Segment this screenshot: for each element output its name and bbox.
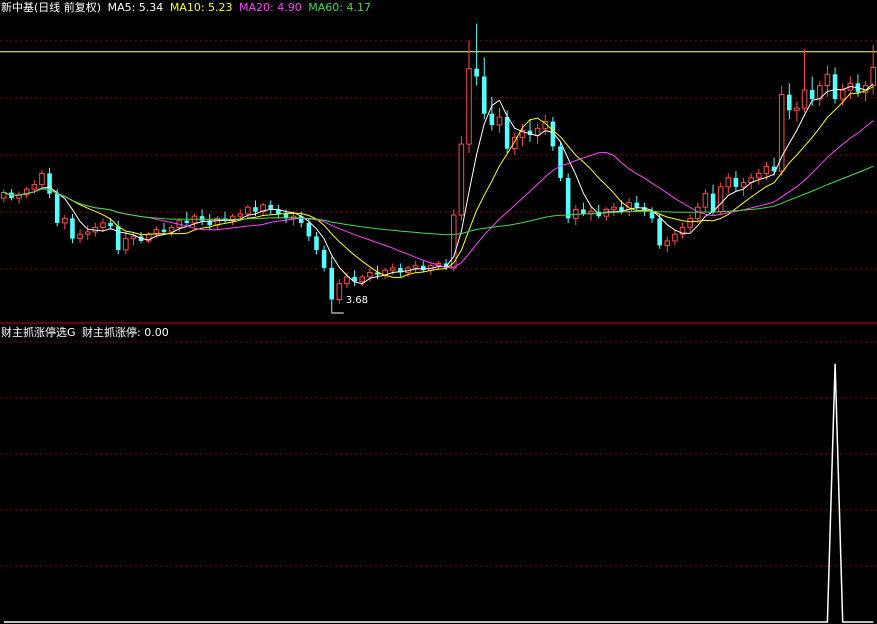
candle-body xyxy=(458,143,465,216)
candle-body xyxy=(237,213,244,217)
candle-body xyxy=(420,265,426,271)
candle-body xyxy=(763,166,770,174)
candle-body xyxy=(725,177,732,188)
candle-body xyxy=(84,231,91,235)
candle-body xyxy=(184,220,190,223)
candle-body xyxy=(496,116,503,126)
candle-body xyxy=(253,207,258,212)
candle-body xyxy=(657,218,662,246)
indicator-panel xyxy=(3,363,874,623)
candle-body xyxy=(100,222,106,228)
candle-body xyxy=(801,89,808,109)
low-marker-value: 3.68 xyxy=(346,295,368,306)
candle-body xyxy=(824,73,831,87)
candle-body xyxy=(672,233,678,242)
candle-body xyxy=(489,113,495,125)
candle-body xyxy=(832,74,838,100)
candle-body xyxy=(756,172,762,179)
candle-body xyxy=(344,276,350,285)
candle-body xyxy=(740,181,747,188)
candle-body xyxy=(581,209,586,214)
candle-body xyxy=(336,283,343,300)
candle-body xyxy=(565,177,571,219)
candle-body xyxy=(359,276,366,282)
candle-body xyxy=(382,269,388,276)
candle-body xyxy=(717,186,724,213)
ma5-label: MA5: 5.34 xyxy=(107,1,164,14)
ma10-label: MA10: 5.23 xyxy=(169,1,233,14)
main-legend: 新中基(日线 前复权) MA5: 5.34 MA10: 5.23 MA20: 4… xyxy=(1,0,374,15)
candle-body xyxy=(649,211,655,219)
candle-body xyxy=(70,218,75,239)
candle-body xyxy=(108,222,113,227)
candle-body xyxy=(733,177,739,187)
candle-body xyxy=(54,193,60,223)
indicator-legend: 财主抓涨停选G 财主抓涨停: 0.00 xyxy=(1,324,172,340)
candle-body xyxy=(474,68,479,77)
indicator-title: 财主抓涨停选G xyxy=(1,326,76,339)
candle-body xyxy=(130,235,137,240)
candle-body xyxy=(389,267,396,271)
candle-body xyxy=(62,217,68,224)
candle-body xyxy=(245,206,251,215)
candle-body xyxy=(481,76,487,114)
candle-body xyxy=(329,267,335,300)
candle-body xyxy=(634,202,640,208)
candle-body xyxy=(199,216,205,221)
candle-body xyxy=(268,204,274,210)
ma60-line xyxy=(3,165,874,236)
signal-line xyxy=(3,363,874,623)
stock-title: 新中基(日线 前复权) xyxy=(1,1,102,14)
candle-body xyxy=(321,249,327,268)
grid-lines xyxy=(0,40,877,567)
candle-body xyxy=(809,90,815,100)
candle-body xyxy=(306,222,312,237)
candle-body xyxy=(115,226,121,250)
candle-body xyxy=(77,233,83,240)
candle-body xyxy=(794,107,800,111)
candle-body xyxy=(687,217,693,228)
candle-body xyxy=(839,89,846,100)
ma20-label: MA20: 4.90 xyxy=(239,1,302,14)
candle-body xyxy=(412,265,419,269)
candle-body xyxy=(168,226,175,233)
candle-body xyxy=(31,184,38,190)
candle-body xyxy=(611,206,617,210)
chart-stage: 3.68 xyxy=(0,23,877,623)
candle-body xyxy=(161,229,167,232)
indicator-value: 财主抓涨停: 0.00 xyxy=(82,326,169,339)
candle-body xyxy=(664,240,671,246)
candle-body xyxy=(314,236,319,250)
candle-body xyxy=(534,127,541,136)
candle-body xyxy=(504,117,510,149)
candle-body xyxy=(787,94,792,111)
candle-body xyxy=(367,271,373,278)
candle-body xyxy=(710,193,716,212)
ma60-label: MA60: 4.17 xyxy=(308,1,371,14)
candle-body xyxy=(123,238,129,251)
candle-body xyxy=(558,146,563,178)
candle-body xyxy=(466,68,472,145)
candle-body xyxy=(702,193,709,208)
candle-body xyxy=(870,67,876,87)
ma20-line xyxy=(3,120,874,269)
candle-body xyxy=(39,172,45,186)
